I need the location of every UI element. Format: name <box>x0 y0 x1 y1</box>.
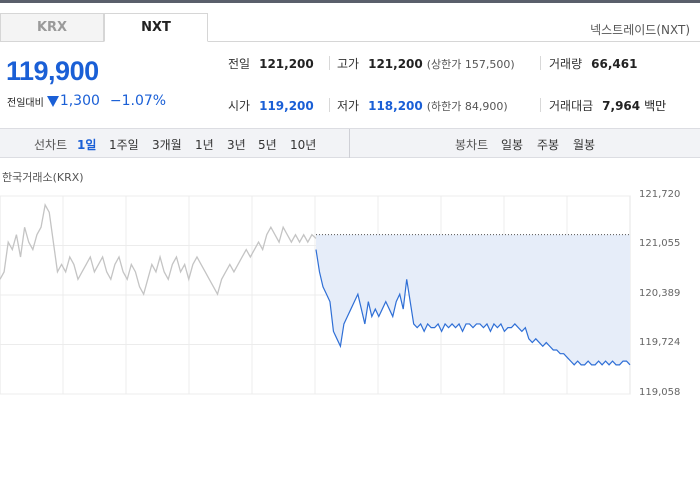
tab-nxt[interactable]: NXT <box>104 13 208 42</box>
change-label: 전일대비 <box>7 97 44 109</box>
stat-value: 119,200 <box>259 99 314 113</box>
stat-label: 시가 <box>228 99 251 113</box>
period-1y[interactable]: 1년 <box>195 136 214 153</box>
y-tick-label: 120,389 <box>639 288 681 299</box>
y-tick-label: 119,058 <box>639 387 681 398</box>
stat-value: 118,200 <box>368 99 423 113</box>
stat-label: 거래대금 <box>549 99 594 113</box>
stat-divider <box>329 56 330 70</box>
stat-trade-value: 거래대금 7,964 백만 <box>549 97 666 114</box>
market-name: 넥스트레이드(NXT) <box>590 23 690 37</box>
period-3m[interactable]: 3개월 <box>152 136 182 153</box>
stat-low: 저가 118,200 (하한가 84,900) <box>337 97 508 114</box>
chart-period-bar: 선차트 1일 1주일 3개월 1년 3년 5년 10년 봉차트 일봉 주봉 월봉 <box>0 128 700 158</box>
stat-divider <box>540 98 541 112</box>
y-tick-label: 119,724 <box>639 337 681 349</box>
change-amount: 1,300 <box>59 93 100 109</box>
stat-value: 66,461 <box>591 57 638 71</box>
line-chart-title: 선차트 <box>34 138 68 152</box>
candle-weekly[interactable]: 주봉 <box>537 136 559 153</box>
top-border <box>0 0 700 3</box>
candle-monthly[interactable]: 월봉 <box>573 136 595 153</box>
change-percent: −1.07% <box>109 93 167 109</box>
stat-open: 시가 119,200 <box>228 97 314 114</box>
stat-value: 121,200 <box>368 57 423 71</box>
stat-label: 저가 <box>337 99 360 113</box>
period-3y[interactable]: 3년 <box>227 136 246 153</box>
market-tabs: KRX NXT <box>0 13 208 42</box>
y-tick-label: 121,055 <box>639 238 681 250</box>
stat-label: 전일 <box>228 57 251 71</box>
stat-prev-close: 전일 121,200 <box>228 55 314 72</box>
price-line-chart <box>0 195 631 395</box>
period-10y[interactable]: 10년 <box>290 136 316 153</box>
tab-krx[interactable]: KRX <box>0 13 104 42</box>
price-change: 전일대비 1,300 −1.07% <box>7 93 166 109</box>
stat-divider <box>329 98 330 112</box>
stat-label: 거래량 <box>549 57 583 71</box>
stat-unit: 백만 <box>644 99 667 113</box>
stat-sub: (상한가 157,500) <box>426 58 515 71</box>
stat-value: 7,964 <box>602 99 641 113</box>
stat-divider <box>540 56 541 70</box>
period-bar-divider <box>349 129 350 158</box>
chart-caption: 한국거래소(KRX) <box>2 171 84 184</box>
candle-chart-title: 봉차트 <box>455 138 489 152</box>
tab-divider <box>208 41 700 42</box>
stat-volume: 거래량 66,461 <box>549 55 637 72</box>
period-1w[interactable]: 1주일 <box>109 136 139 153</box>
candle-daily[interactable]: 일봉 <box>501 136 523 153</box>
period-1d[interactable]: 1일 <box>77 136 96 153</box>
period-5y[interactable]: 5년 <box>258 136 277 153</box>
stat-value: 121,200 <box>259 57 314 71</box>
current-price: 119,900 <box>6 56 99 86</box>
y-tick-label: 121,720 <box>639 189 681 200</box>
down-triangle-icon <box>46 95 59 107</box>
stat-sub: (하한가 84,900) <box>426 100 508 113</box>
stat-label: 고가 <box>337 57 360 71</box>
stat-high: 고가 121,200 (상한가 157,500) <box>337 55 515 72</box>
